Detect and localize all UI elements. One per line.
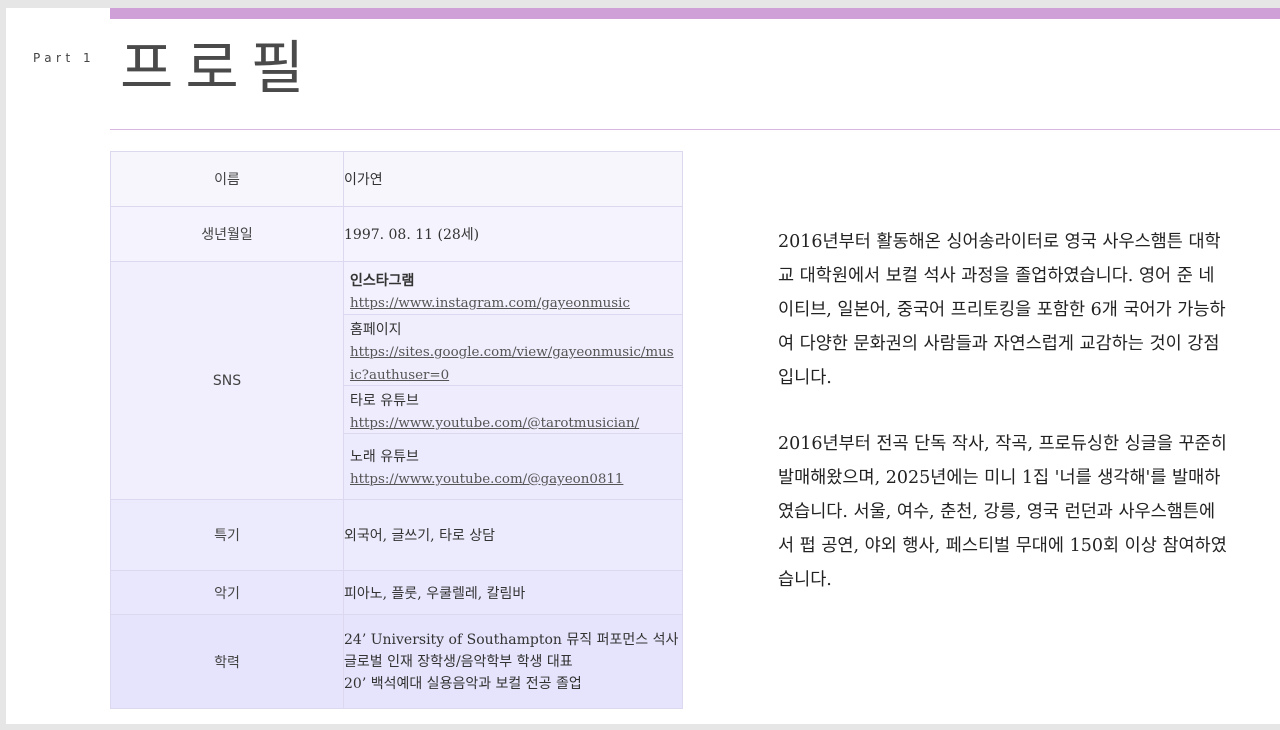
sns-label: SNS (110, 261, 344, 500)
part-label: Part 1 (33, 51, 96, 65)
sns-item-label: 노래 유튜브 (350, 449, 419, 465)
education-label: 학력 (110, 614, 344, 709)
skills-value: 외국어, 글쓰기, 타로 상담 (343, 499, 683, 571)
slide: Part 1 프로필 이름 이가연 생년월일 1997. 08. 11 (28세… (6, 8, 1280, 724)
profile-table: 이름 이가연 생년월일 1997. 08. 11 (28세) SNS 인스타그램… (110, 151, 683, 709)
sns-item-label: 홈페이지 (350, 322, 402, 338)
instruments-value: 피아노, 플룻, 우쿨렐레, 칼림바 (343, 570, 683, 615)
sns-item-label: 인스타그램 (350, 273, 415, 289)
page-title: 프로필 (120, 34, 317, 102)
instagram-link[interactable]: https://www.instagram.com/gayeonmusic (350, 292, 676, 315)
table-row-name: 이름 이가연 (110, 151, 683, 207)
bio-paragraph-1: 2016년부터 활동해온 싱어송라이터로 영국 사우스햄튼 대학교 대학원에서 … (778, 232, 1226, 388)
sns-item-homepage: 홈페이지 https://sites.google.com/view/gayeo… (344, 315, 682, 386)
bio-paragraph-2: 2016년부터 전곡 단독 작사, 작곡, 프로듀싱한 싱글을 꾸준히 발매해왔… (778, 434, 1227, 590)
sns-list: 인스타그램 https://www.instagram.com/gayeonmu… (343, 261, 683, 500)
skills-label: 특기 (110, 499, 344, 571)
instruments-label: 악기 (110, 570, 344, 615)
table-row-education: 학력 24’ University of Southampton 뮤직 퍼포먼스… (110, 614, 683, 709)
name-value: 이가연 (343, 151, 683, 207)
title-divider (110, 129, 1280, 130)
education-line: 20’ 백석예대 실용음악과 보컬 전공 졸업 (344, 675, 582, 692)
birth-value: 1997. 08. 11 (28세) (343, 206, 683, 262)
accent-bar (110, 8, 1280, 19)
education-value: 24’ University of Southampton 뮤직 퍼포먼스 석사… (343, 614, 683, 709)
name-label: 이름 (110, 151, 344, 207)
sns-item-tarot-youtube: 타로 유튜브 https://www.youtube.com/@tarotmus… (344, 386, 682, 434)
education-line: 24’ University of Southampton 뮤직 퍼포먼스 석사 (344, 631, 679, 648)
table-row-skills: 특기 외국어, 글쓰기, 타로 상담 (110, 499, 683, 571)
homepage-link[interactable]: https://sites.google.com/view/gayeonmusi… (350, 341, 676, 387)
table-row-birth: 생년월일 1997. 08. 11 (28세) (110, 206, 683, 262)
sns-item-song-youtube: 노래 유튜브 https://www.youtube.com/@gayeon08… (344, 434, 682, 499)
table-row-sns: SNS 인스타그램 https://www.instagram.com/gaye… (110, 261, 683, 500)
sns-item-instagram: 인스타그램 https://www.instagram.com/gayeonmu… (344, 262, 682, 315)
sns-item-label: 타로 유튜브 (350, 393, 419, 409)
education-line: 글로벌 인재 장학생/음악학부 학생 대표 (344, 653, 573, 670)
birth-label: 생년월일 (110, 206, 344, 262)
table-row-instruments: 악기 피아노, 플룻, 우쿨렐레, 칼림바 (110, 570, 683, 615)
song-youtube-link[interactable]: https://www.youtube.com/@gayeon0811 (350, 468, 676, 491)
tarot-youtube-link[interactable]: https://www.youtube.com/@tarotmusician/ (350, 412, 676, 435)
